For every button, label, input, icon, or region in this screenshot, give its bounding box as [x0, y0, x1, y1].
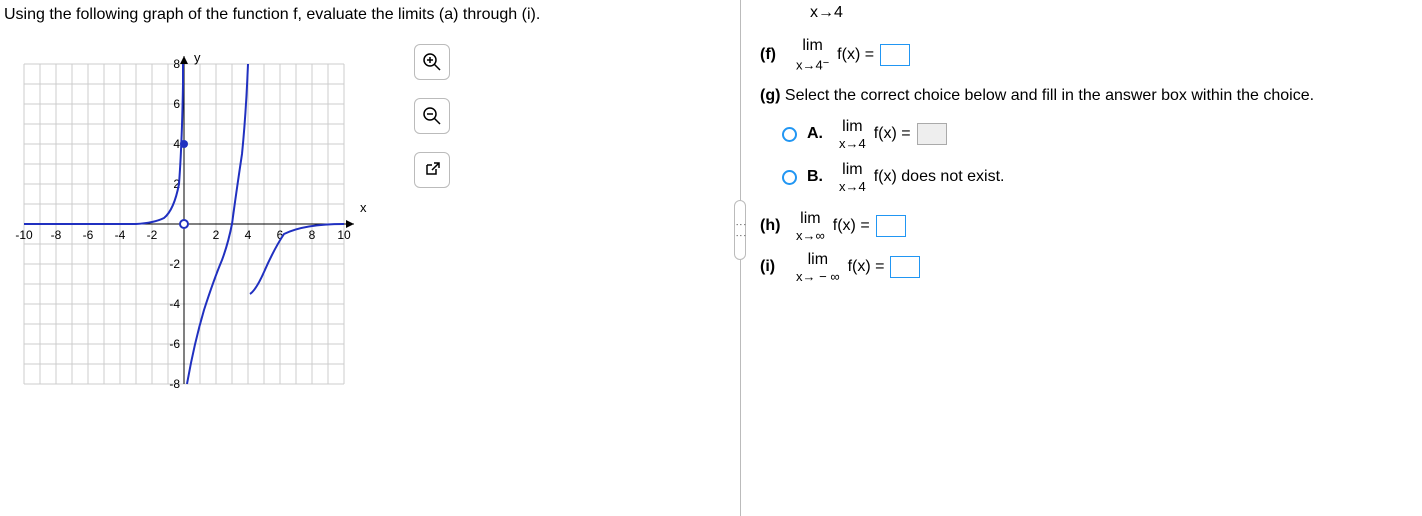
svg-text:8: 8	[173, 57, 180, 71]
limit-g-a: lim x→4	[839, 119, 866, 150]
svg-text:10: 10	[337, 228, 351, 242]
label-h: (h)	[760, 217, 786, 235]
zoom-in-icon	[422, 52, 442, 72]
choice-b: B. lim x→4 f(x) does not exist.	[782, 162, 1410, 193]
label-i: (i)	[760, 258, 786, 276]
popout-icon	[423, 161, 441, 179]
radio-a[interactable]	[782, 127, 797, 142]
svg-text:-4: -4	[115, 228, 126, 242]
svg-text:-2: -2	[147, 228, 158, 242]
fx-i: f(x) =	[848, 258, 885, 276]
g-instruction: Select the correct choice below and fill…	[785, 87, 1314, 104]
graph-area: x y -10 -8 -6 -4 -2 2 4 6 8 10 -8 -6 -4 …	[4, 44, 464, 424]
x-axis-label: x	[360, 200, 367, 215]
zoom-out-button[interactable]	[414, 98, 450, 134]
question-i: (i) lim x→ − ∞ f(x) =	[760, 252, 1410, 283]
top-approach-line: x→4	[810, 4, 1410, 22]
limit-h: lim x→∞	[796, 211, 825, 242]
svg-text:-6: -6	[169, 337, 180, 351]
popout-button[interactable]	[414, 152, 450, 188]
fx-f: f(x) =	[837, 46, 874, 64]
question-h: (h) lim x→∞ f(x) =	[760, 211, 1410, 242]
question-g: (g) Select the correct choice below and …	[760, 85, 1410, 107]
label-f: (f)	[760, 46, 786, 64]
svg-text:-6: -6	[83, 228, 94, 242]
svg-text:-4: -4	[169, 297, 180, 311]
radio-b[interactable]	[782, 170, 797, 185]
answer-input-f[interactable]	[880, 44, 910, 66]
limit-f: lim x→4−	[796, 38, 829, 71]
svg-text:2: 2	[213, 228, 220, 242]
zoom-out-icon	[422, 106, 442, 126]
divider-handle[interactable]: ⋮⋮	[734, 200, 746, 260]
limit-g-b: lim x→4	[839, 162, 866, 193]
top-approach-text: x→4	[810, 4, 843, 22]
answer-input-h[interactable]	[876, 215, 906, 237]
closed-point	[180, 140, 188, 148]
label-g: (g)	[760, 87, 780, 104]
svg-text:-8: -8	[169, 377, 180, 391]
choice-a: A. lim x→4 f(x) =	[782, 119, 1410, 150]
graph-svg: x y -10 -8 -6 -4 -2 2 4 6 8 10 -8 -6 -4 …	[4, 44, 404, 404]
graph-toolbar	[414, 44, 450, 188]
svg-text:-10: -10	[15, 228, 33, 242]
left-column: Using the following graph of the functio…	[4, 0, 734, 424]
answer-input-g-a[interactable]	[917, 123, 947, 145]
right-column: x→4 (f) lim x→4− f(x) = (g) Select the c…	[760, 0, 1410, 293]
fx-g-b: f(x) does not exist.	[874, 168, 1005, 186]
y-axis-label: y	[194, 50, 201, 65]
label-choice-b: B.	[807, 168, 827, 186]
fx-h: f(x) =	[833, 217, 870, 235]
svg-text:6: 6	[173, 97, 180, 111]
zoom-in-button[interactable]	[414, 44, 450, 80]
grip-icon: ⋮⋮	[739, 219, 742, 241]
open-point	[180, 220, 188, 228]
fx-g-a: f(x) =	[874, 125, 911, 143]
question-f: (f) lim x→4− f(x) =	[760, 38, 1410, 71]
svg-text:4: 4	[173, 137, 180, 151]
answer-input-i[interactable]	[890, 256, 920, 278]
label-choice-a: A.	[807, 125, 827, 143]
svg-text:-8: -8	[51, 228, 62, 242]
svg-text:8: 8	[309, 228, 316, 242]
question-prompt: Using the following graph of the functio…	[4, 0, 734, 34]
svg-text:-2: -2	[169, 257, 180, 271]
limit-i: lim x→ − ∞	[796, 252, 840, 283]
svg-text:4: 4	[245, 228, 252, 242]
